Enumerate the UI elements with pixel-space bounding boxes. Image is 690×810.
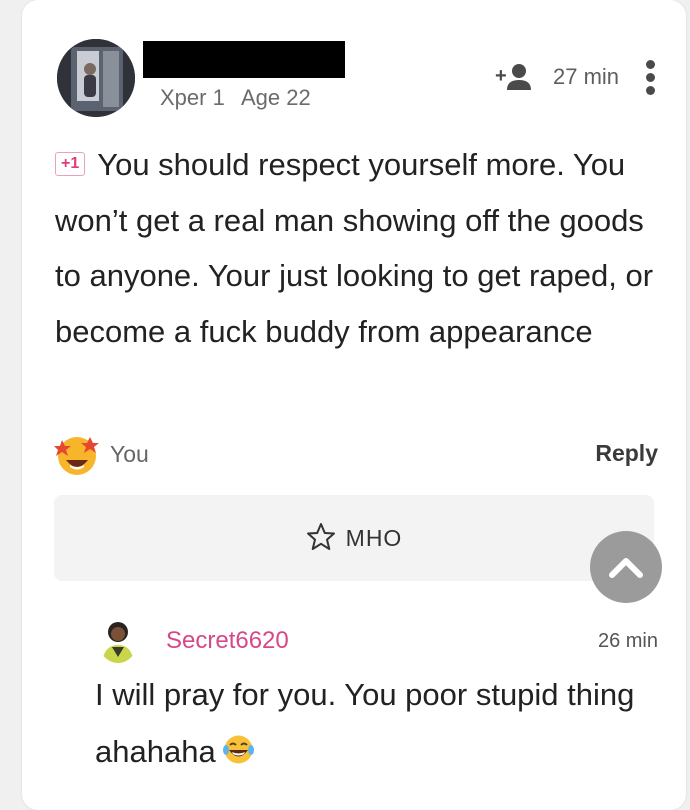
comment-time: 27 min xyxy=(553,64,620,89)
mho-label: MHO xyxy=(345,525,403,551)
tears-of-joy-emoji-icon xyxy=(222,727,255,764)
chevron-up-icon xyxy=(609,558,643,578)
author-avatar[interactable] xyxy=(57,39,135,117)
add-friend-icon[interactable]: + xyxy=(495,62,531,94)
star-outline-icon xyxy=(306,523,335,550)
reaction-by-label: You xyxy=(110,441,149,467)
svg-text:+: + xyxy=(495,65,507,87)
reply-body: I will pray for you. You poor stupid thi… xyxy=(95,666,665,780)
scroll-to-top-button[interactable] xyxy=(590,531,662,603)
reply-text: I will pray for you. You poor stupid thi… xyxy=(95,677,635,769)
mho-button[interactable]: MHO xyxy=(54,495,654,581)
reply-button[interactable]: Reply xyxy=(595,440,658,467)
star-struck-emoji-icon[interactable] xyxy=(54,432,100,478)
author-meta: Xper 1 Age 22 xyxy=(160,85,311,111)
plus-one-badge[interactable]: +1 xyxy=(55,152,86,176)
xper-level: Xper 1 xyxy=(160,85,225,110)
comment-text: You should respect yourself more. You wo… xyxy=(55,147,654,349)
redacted-username xyxy=(143,41,345,78)
reply-username[interactable]: Secret6620 xyxy=(166,627,289,655)
more-options-icon[interactable] xyxy=(640,60,660,98)
comment-body: +1 You should respect yourself more. You … xyxy=(55,137,665,359)
reply-time: 26 min xyxy=(597,630,658,652)
reply-author-avatar[interactable] xyxy=(98,617,138,663)
author-age: Age 22 xyxy=(240,85,311,110)
